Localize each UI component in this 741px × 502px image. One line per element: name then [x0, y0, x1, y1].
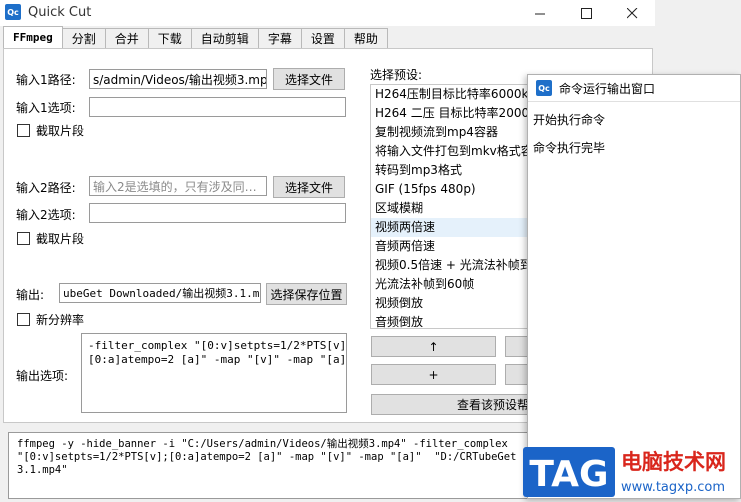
input1-path-label: 输入1路径:: [16, 73, 76, 87]
input1-clip-label: 截取片段: [36, 124, 85, 138]
maximize-button[interactable]: [563, 0, 609, 26]
tab-bar: FFmpeg 分割 合并 下载 自动剪辑 字幕 设置 帮助: [3, 26, 388, 48]
output-window-title: 命令运行输出窗口: [559, 81, 656, 96]
app-icon: Qc: [5, 4, 21, 20]
tab-settings[interactable]: 设置: [300, 28, 345, 48]
preset-item[interactable]: H264 二压 目标比特率2000: [371, 104, 534, 123]
preset-add-button[interactable]: +: [371, 364, 496, 385]
watermark-url: www.tagxp.com: [621, 480, 725, 495]
log-line: 开始执行命令: [533, 113, 606, 127]
preset-item[interactable]: 光流法补帧到60帧: [371, 275, 534, 294]
tab-merge[interactable]: 合并: [104, 28, 149, 48]
watermark-site-name: 电脑技术网: [621, 450, 726, 474]
output-save-button[interactable]: 选择保存位置: [266, 283, 347, 305]
close-button[interactable]: [609, 0, 655, 26]
input1-options-label: 输入1选项:: [16, 101, 76, 115]
preset-item[interactable]: H264压制目标比特率6000k: [371, 85, 534, 104]
input1-browse-button[interactable]: 选择文件: [273, 68, 345, 90]
preset-item[interactable]: 复制视频流到mp4容器: [371, 123, 534, 142]
tab-ffmpeg[interactable]: FFmpeg: [3, 26, 63, 48]
preset-item[interactable]: 视频倒放: [371, 294, 534, 313]
maximize-icon: [580, 7, 592, 19]
output-options-field[interactable]: -filter_complex "[0:v]setpts=1/2*PTS[v];…: [81, 333, 347, 413]
input1-options-field[interactable]: [89, 97, 346, 117]
log-line: 命令执行完毕: [533, 141, 606, 155]
window-title: Quick Cut: [28, 5, 92, 20]
watermark-logo-icon: TAG 电脑技术网 www.tagxp.com: [523, 447, 726, 497]
tab-auto-edit[interactable]: 自动剪辑: [190, 28, 259, 48]
app-icon: Qc: [536, 80, 552, 96]
input1-clip-checkbox[interactable]: 截取片段: [17, 122, 84, 139]
presets-label: 选择预设:: [370, 68, 423, 82]
input2-path-label: 输入2路径:: [16, 181, 76, 195]
preset-list[interactable]: H264压制目标比特率6000k H264 二压 目标比特率2000 复制视频流…: [370, 84, 535, 329]
preset-item[interactable]: 将输入文件打包到mkv格式容: [371, 142, 534, 161]
new-resolution-label: 新分辨率: [36, 313, 85, 327]
input2-options-field[interactable]: [89, 203, 346, 223]
input2-path-field[interactable]: 输入2是选填的，只有涉及同…: [89, 176, 267, 196]
title-bar: Qc Quick Cut: [0, 0, 655, 26]
preset-help-button[interactable]: 查看该预设帮: [371, 394, 536, 415]
minimize-button[interactable]: [517, 0, 563, 26]
watermark-logo-text: TAG: [529, 454, 608, 495]
close-icon: [626, 7, 637, 18]
output-log[interactable]: 开始执行命令 命令执行完毕: [528, 101, 740, 166]
preset-item[interactable]: 区域模糊: [371, 199, 534, 218]
input1-path-field[interactable]: s/admin/Videos/输出视频3.mp4: [89, 69, 267, 89]
input2-options-label: 输入2选项:: [16, 208, 76, 222]
checkbox-box[interactable]: [17, 313, 30, 326]
output-window-titlebar: Qc 命令运行输出窗口: [528, 75, 740, 101]
input2-clip-label: 截取片段: [36, 232, 85, 246]
checkbox-box[interactable]: [17, 124, 30, 137]
tab-subtitles[interactable]: 字幕: [257, 28, 302, 48]
output-window: Qc 命令运行输出窗口 开始执行命令 命令执行完毕: [527, 74, 741, 499]
minimize-icon: [534, 13, 545, 14]
input2-browse-button[interactable]: 选择文件: [273, 176, 345, 198]
checkbox-box[interactable]: [17, 232, 30, 245]
preset-item[interactable]: 音频倒放: [371, 313, 534, 328]
preset-item[interactable]: GIF (15fps 480p): [371, 180, 534, 199]
preset-item[interactable]: 音频两倍速: [371, 237, 534, 256]
preset-up-button[interactable]: ↑: [371, 336, 496, 357]
new-resolution-checkbox[interactable]: 新分辨率: [17, 311, 84, 328]
tab-download[interactable]: 下载: [147, 28, 192, 48]
watermark: TAG 电脑技术网 www.tagxp.com: [521, 443, 741, 499]
tab-help[interactable]: 帮助: [343, 28, 388, 48]
command-preview[interactable]: ffmpeg -y -hide_banner -i "C:/Users/admi…: [8, 432, 541, 499]
tab-split[interactable]: 分割: [61, 28, 106, 48]
preset-item[interactable]: 转码到mp3格式: [371, 161, 534, 180]
output-label: 输出:: [16, 288, 45, 302]
output-options-label: 输出选项:: [16, 369, 69, 383]
preset-item[interactable]: 视频0.5倍速 + 光流法补帧到: [371, 256, 534, 275]
input2-clip-checkbox[interactable]: 截取片段: [17, 230, 84, 247]
output-path-field[interactable]: ubeGet Downloaded/输出视频3.1.mp4: [59, 283, 261, 303]
preset-item-selected[interactable]: 视频两倍速: [371, 218, 534, 237]
